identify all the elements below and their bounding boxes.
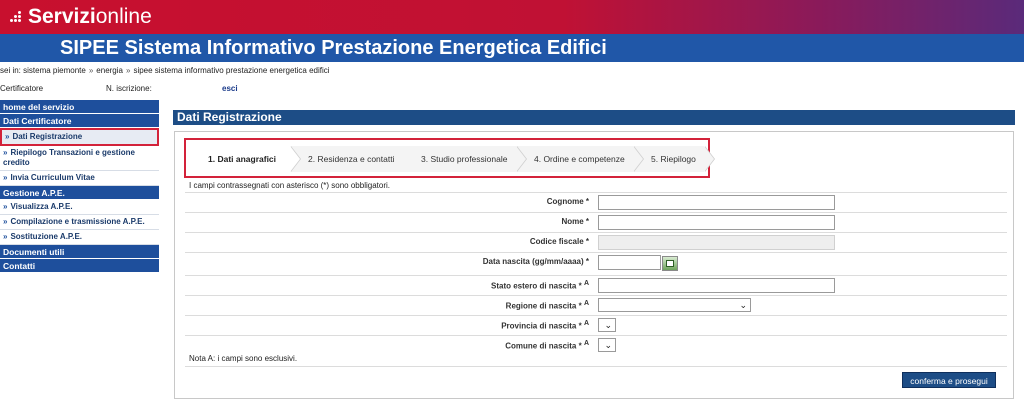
codice-fiscale-input — [598, 235, 835, 250]
nome-input[interactable] — [598, 215, 835, 230]
required-fields-note: I campi contrassegnati con asterisco (*)… — [189, 181, 390, 190]
breadcrumb-item-energia[interactable]: energia — [96, 66, 123, 75]
stato-estero-input[interactable] — [598, 278, 835, 293]
row-regione: Regione di nascita * A ⌄ — [185, 295, 1007, 315]
registration-label: N. iscrizione: — [106, 84, 152, 93]
registration-form: Cognome * Nome * Codice fiscale * Data n… — [185, 192, 1007, 355]
nota-a: Nota A: i campi sono esclusivi. — [189, 354, 298, 363]
sidebar-section-gestione-ape[interactable]: Gestione A.P.E. — [0, 186, 159, 200]
sidebar: home del servizio Dati Certificatore Dat… — [0, 100, 159, 273]
sidebar-item-riepilogo-transazioni[interactable]: Riepilogo Transazioni e gestione credito — [0, 146, 159, 171]
data-nascita-label: Data nascita (gg/mm/aaaa) * — [482, 257, 589, 266]
sidebar-item-visualizza-ape[interactable]: Visualizza A.P.E. — [0, 200, 159, 215]
step-dati-anagrafici[interactable]: 1. Dati anagrafici — [190, 146, 301, 172]
sidebar-item-compilazione-ape[interactable]: Compilazione e trasmissione A.P.E. — [0, 215, 159, 230]
dots-logo-icon — [10, 10, 26, 24]
row-comune: Comune di nascita * A ⌄ — [185, 335, 1007, 355]
step-ordine-competenze[interactable]: 4. Ordine e competenze — [516, 146, 644, 172]
comune-select[interactable]: ⌄ — [598, 338, 616, 352]
step-studio-professionale[interactable]: 3. Studio professionale — [403, 146, 527, 172]
sidebar-item-sostituzione-ape[interactable]: Sostituzione A.P.E. — [0, 230, 159, 245]
wizard-steps: 1. Dati anagrafici 2. Residenza e contat… — [184, 138, 715, 178]
title-bar: SIPEE Sistema Informativo Prestazione En… — [0, 34, 1024, 62]
provincia-select[interactable]: ⌄ — [598, 318, 616, 332]
row-stato-estero: Stato estero di nascita * A — [185, 275, 1007, 295]
regione-select[interactable]: ⌄ — [598, 298, 751, 312]
page-title: Dati Registrazione — [173, 110, 1015, 125]
cognome-label: Cognome * — [546, 197, 589, 206]
breadcrumb-separator: » — [125, 66, 131, 75]
user-role: Certificatore — [0, 84, 44, 93]
chevron-down-icon: ⌄ — [604, 340, 612, 350]
sidebar-contatti[interactable]: Contatti — [0, 259, 159, 273]
sidebar-section-dati-certificatore[interactable]: Dati Certificatore — [0, 114, 159, 128]
calendar-icon[interactable] — [662, 256, 678, 271]
data-nascita-input[interactable] — [598, 255, 661, 270]
row-cognome: Cognome * — [185, 192, 1007, 212]
cognome-input[interactable] — [598, 195, 835, 210]
row-codice-fiscale: Codice fiscale * — [185, 232, 1007, 252]
brand-bar: Servizionline — [0, 0, 1024, 34]
breadcrumb-separator: » — [88, 66, 94, 75]
breadcrumb-prefix: sei in: — [0, 66, 21, 75]
provincia-label: Provincia di nascita * A — [501, 320, 589, 331]
nome-label: Nome * — [561, 217, 589, 226]
logout-link[interactable]: esci — [222, 84, 238, 93]
chevron-down-icon: ⌄ — [604, 320, 612, 330]
sidebar-documenti-utili[interactable]: Documenti utili — [0, 245, 159, 259]
stato-estero-label: Stato estero di nascita * A — [491, 280, 589, 291]
row-nome: Nome * — [185, 212, 1007, 232]
sidebar-item-dati-registrazione[interactable]: Dati Registrazione — [0, 128, 159, 146]
brand-name-strong: Servizi — [28, 5, 96, 28]
breadcrumb-item-sistema-piemonte[interactable]: sistema piemonte — [23, 66, 86, 75]
app-title: SIPEE Sistema Informativo Prestazione En… — [60, 37, 607, 59]
step-residenza-contatti[interactable]: 2. Residenza e contatti — [290, 146, 414, 172]
divider — [185, 366, 1007, 367]
codice-fiscale-label: Codice fiscale * — [529, 237, 589, 246]
row-provincia: Provincia di nascita * A ⌄ — [185, 315, 1007, 335]
breadcrumb-item-sipee: sipee sistema informativo prestazione en… — [133, 66, 330, 75]
chevron-down-icon: ⌄ — [739, 300, 747, 310]
breadcrumb: sei in: sistema piemonte» energia» sipee s… — [0, 66, 330, 75]
comune-label: Comune di nascita * A — [505, 340, 589, 351]
regione-label: Regione di nascita * A — [505, 300, 589, 311]
sidebar-home[interactable]: home del servizio — [0, 100, 159, 114]
row-data-nascita: Data nascita (gg/mm/aaaa) * — [185, 252, 1007, 275]
brand-logo[interactable]: Servizionline — [10, 4, 152, 30]
confirm-continue-button[interactable]: conferma e prosegui — [902, 372, 996, 388]
brand-name-light: online — [95, 5, 152, 28]
sidebar-item-invia-curriculum[interactable]: Invia Curriculum Vitae — [0, 171, 159, 186]
